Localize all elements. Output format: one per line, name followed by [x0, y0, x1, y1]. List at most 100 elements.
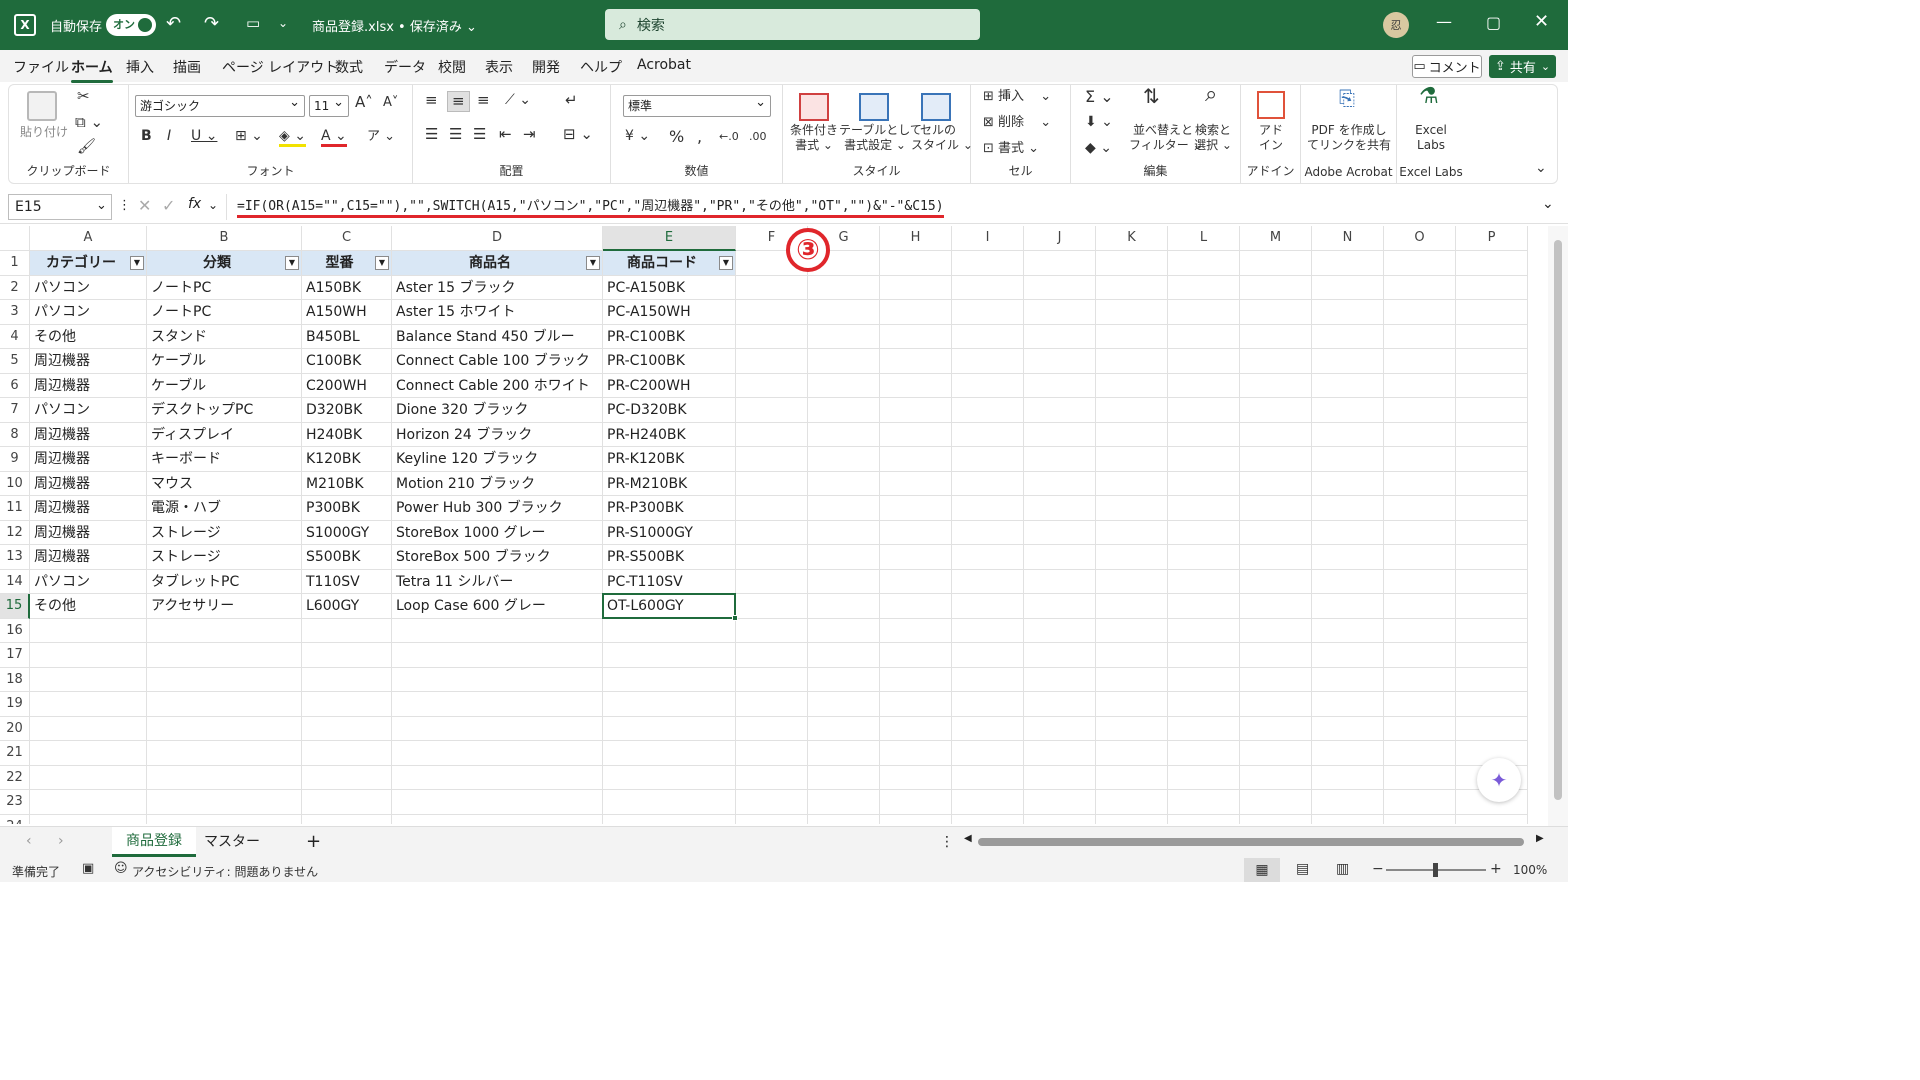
empty-cell[interactable]: [952, 275, 1024, 300]
name-box-dropdown-icon[interactable]: ⌄: [96, 198, 107, 213]
comma-icon[interactable]: ,: [697, 129, 702, 145]
empty-cell[interactable]: [1240, 275, 1312, 300]
empty-cell[interactable]: [1240, 765, 1312, 790]
empty-cell[interactable]: [736, 692, 808, 717]
empty-cell[interactable]: [1384, 790, 1456, 815]
empty-cell[interactable]: [1384, 594, 1456, 619]
empty-cell[interactable]: [736, 349, 808, 374]
table-cell[interactable]: Tetra 11 シルバー: [392, 569, 603, 594]
table-cell[interactable]: PR-C100BK: [603, 349, 736, 374]
empty-cell[interactable]: [1096, 765, 1168, 790]
empty-cell[interactable]: [1456, 471, 1528, 496]
empty-cell[interactable]: [1024, 814, 1096, 824]
empty-cell[interactable]: [808, 398, 880, 423]
filter-dropdown-icon[interactable]: ▼: [375, 256, 389, 270]
empty-cell[interactable]: [1096, 594, 1168, 619]
empty-cell[interactable]: [808, 790, 880, 815]
empty-cell[interactable]: [1456, 667, 1528, 692]
row-header[interactable]: 9: [0, 447, 30, 472]
tab-developer[interactable]: 開発: [532, 57, 560, 77]
empty-cell[interactable]: [1024, 594, 1096, 619]
empty-cell[interactable]: [147, 643, 302, 668]
vertical-scrollbar[interactable]: [1548, 226, 1568, 826]
percent-icon[interactable]: %: [669, 129, 684, 145]
column-header[interactable]: N: [1312, 226, 1384, 251]
empty-cell[interactable]: [302, 692, 392, 717]
tab-draw[interactable]: 描画: [173, 57, 201, 77]
find-select-icon[interactable]: ⌕: [1205, 84, 1217, 106]
empty-cell[interactable]: [1096, 692, 1168, 717]
empty-cell[interactable]: [1240, 618, 1312, 643]
empty-cell[interactable]: [1384, 251, 1456, 276]
column-header[interactable]: C: [302, 226, 392, 251]
empty-cell[interactable]: [1456, 251, 1528, 276]
empty-cell[interactable]: [1240, 373, 1312, 398]
empty-cell[interactable]: [880, 790, 952, 815]
empty-cell[interactable]: [1096, 496, 1168, 521]
row-header[interactable]: 2: [0, 275, 30, 300]
empty-cell[interactable]: [1456, 324, 1528, 349]
table-cell[interactable]: 周辺機器: [30, 349, 147, 374]
empty-cell[interactable]: [1024, 349, 1096, 374]
empty-cell[interactable]: [736, 471, 808, 496]
table-cell[interactable]: Keyline 120 ブラック: [392, 447, 603, 472]
empty-cell[interactable]: [1456, 496, 1528, 521]
empty-cell[interactable]: [952, 324, 1024, 349]
table-cell[interactable]: PR-S500BK: [603, 545, 736, 570]
empty-cell[interactable]: [1024, 643, 1096, 668]
empty-cell[interactable]: [1312, 716, 1384, 741]
sort-filter-icon[interactable]: ⇅: [1143, 86, 1160, 106]
empty-cell[interactable]: [1168, 814, 1240, 824]
empty-cell[interactable]: [1312, 545, 1384, 570]
table-cell[interactable]: Aster 15 ブラック: [392, 275, 603, 300]
phonetic-icon[interactable]: ア ⌄: [367, 129, 395, 144]
empty-cell[interactable]: [1168, 373, 1240, 398]
empty-cell[interactable]: [1240, 594, 1312, 619]
align-center-icon[interactable]: ☰: [449, 127, 462, 142]
empty-cell[interactable]: [1096, 545, 1168, 570]
row-header[interactable]: 3: [0, 300, 30, 325]
italic-icon[interactable]: I: [167, 129, 171, 144]
row-header[interactable]: 24: [0, 814, 30, 824]
empty-cell[interactable]: [1024, 716, 1096, 741]
empty-cell[interactable]: [880, 373, 952, 398]
filter-dropdown-icon[interactable]: ▼: [719, 256, 733, 270]
pdf-icon[interactable]: ⎘: [1339, 88, 1355, 108]
share-button[interactable]: ⇪ 共有 ⌄: [1489, 55, 1556, 78]
tab-options-icon[interactable]: ⋮: [940, 834, 954, 850]
empty-cell[interactable]: [808, 667, 880, 692]
empty-cell[interactable]: [1096, 520, 1168, 545]
create-pdf-button[interactable]: PDF を作成し てリンクを共有: [1303, 123, 1395, 153]
row-header[interactable]: 8: [0, 422, 30, 447]
column-header[interactable]: B: [147, 226, 302, 251]
empty-cell[interactable]: [30, 765, 147, 790]
empty-cell[interactable]: [1312, 814, 1384, 824]
cell-styles-button[interactable]: セルの スタイル ⌄: [911, 123, 973, 153]
table-cell[interactable]: パソコン: [30, 275, 147, 300]
empty-cell[interactable]: [1096, 667, 1168, 692]
close-icon[interactable]: ✕: [1534, 11, 1549, 32]
empty-cell[interactable]: [1456, 275, 1528, 300]
table-cell[interactable]: 周辺機器: [30, 471, 147, 496]
empty-cell[interactable]: [1096, 569, 1168, 594]
empty-cell[interactable]: [952, 716, 1024, 741]
tab-data[interactable]: データ: [384, 57, 426, 77]
empty-cell[interactable]: [1384, 496, 1456, 521]
empty-cell[interactable]: [880, 275, 952, 300]
empty-cell[interactable]: [1312, 251, 1384, 276]
empty-cell[interactable]: [302, 741, 392, 766]
tab-home[interactable]: ホーム: [71, 57, 113, 83]
empty-cell[interactable]: [1168, 618, 1240, 643]
empty-cell[interactable]: [1456, 643, 1528, 668]
user-avatar[interactable]: 忍: [1383, 12, 1409, 38]
empty-cell[interactable]: [880, 643, 952, 668]
empty-cell[interactable]: [603, 667, 736, 692]
empty-cell[interactable]: [952, 667, 1024, 692]
zoom-thumb[interactable]: [1433, 863, 1438, 877]
orientation-icon[interactable]: ⟋ ⌄: [505, 93, 531, 108]
empty-cell[interactable]: [880, 251, 952, 276]
empty-cell[interactable]: [1168, 520, 1240, 545]
table-cell[interactable]: PR-C100BK: [603, 324, 736, 349]
empty-cell[interactable]: [1312, 667, 1384, 692]
table-cell[interactable]: その他: [30, 594, 147, 619]
